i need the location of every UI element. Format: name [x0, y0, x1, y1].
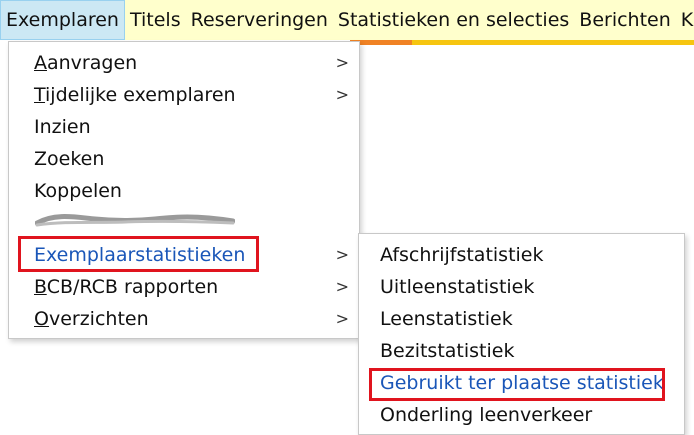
submenu-arrow-icon: >: [335, 309, 349, 328]
menubar: Exemplaren Titels Reserveringen Statisti…: [0, 0, 694, 40]
submenu-item-uitleenstatistiek[interactable]: Uitleenstatistiek: [359, 271, 684, 303]
menu-item-tijdelijke-exemplaren-label: Tijdelijke exemplaren: [34, 84, 236, 106]
menu-item-aanvragen[interactable]: Aanvragen >: [9, 47, 359, 79]
menu-item-inzien-label: Inzien: [34, 116, 91, 138]
menu-item-inzien[interactable]: Inzien: [9, 111, 359, 143]
menu-item-overzichten-label: Overzichten: [34, 308, 149, 330]
submenu-item-afschrijfstatistiek[interactable]: Afschrijfstatistiek: [359, 239, 684, 271]
menubar-k-truncated[interactable]: K: [676, 0, 694, 40]
submenu-item-onderling-leenverkeer-label: Onderling leenverkeer: [380, 404, 593, 426]
menu-item-overzichten[interactable]: Overzichten >: [9, 303, 359, 335]
submenu-item-bezitstatistiek-label: Bezitstatistiek: [380, 340, 515, 362]
submenu-item-bezitstatistiek[interactable]: Bezitstatistiek: [359, 335, 684, 367]
menu-item-koppelen[interactable]: Koppelen: [9, 175, 359, 207]
submenu-arrow-icon: >: [335, 245, 349, 264]
menu-item-bcb-rcb-rapporten-label: BCB/RCB rapporten: [34, 276, 219, 298]
highlight-box-gebruikt-ter-plaatse-statistiek: [369, 368, 665, 401]
menu-item-aanvragen-label: Aanvragen: [34, 52, 138, 74]
submenu-item-uitleenstatistiek-label: Uitleenstatistiek: [380, 276, 535, 298]
submenu-arrow-icon: >: [335, 85, 349, 104]
highlight-box-exemplaarstatistieken: [18, 236, 259, 272]
menu-item-zoeken[interactable]: Zoeken: [9, 143, 359, 175]
menubar-statistieken-en-selecties[interactable]: Statistieken en selecties: [333, 0, 574, 40]
menubar-exemplaren[interactable]: Exemplaren: [0, 0, 125, 40]
menu-item-tijdelijke-exemplaren[interactable]: Tijdelijke exemplaren >: [9, 79, 359, 111]
menu-item-bcb-rcb-rapporten[interactable]: BCB/RCB rapporten >: [9, 271, 359, 303]
submenu-item-afschrijfstatistiek-label: Afschrijfstatistiek: [380, 244, 544, 266]
accent-strip: [350, 40, 694, 45]
submenu-item-leenstatistiek[interactable]: Leenstatistiek: [359, 303, 684, 335]
submenu-item-leenstatistiek-label: Leenstatistiek: [380, 308, 513, 330]
menu-item-koppelen-label: Koppelen: [34, 180, 122, 202]
exemplaren-dropdown-menu: Aanvragen > Tijdelijke exemplaren > Inzi…: [8, 41, 360, 339]
menubar-reserveringen[interactable]: Reserveringen: [186, 0, 333, 40]
submenu-arrow-icon: >: [335, 53, 349, 72]
menubar-berichten[interactable]: Berichten: [574, 0, 675, 40]
submenu-arrow-icon: >: [335, 277, 349, 296]
menu-item-zoeken-label: Zoeken: [34, 148, 105, 170]
submenu-item-onderling-leenverkeer[interactable]: Onderling leenverkeer: [359, 399, 684, 431]
exemplaarstatistieken-submenu: Afschrijfstatistiek Uitleenstatistiek Le…: [358, 233, 685, 435]
menu-cut-squiggle-divider: [35, 214, 235, 227]
menubar-titels[interactable]: Titels: [125, 0, 186, 40]
